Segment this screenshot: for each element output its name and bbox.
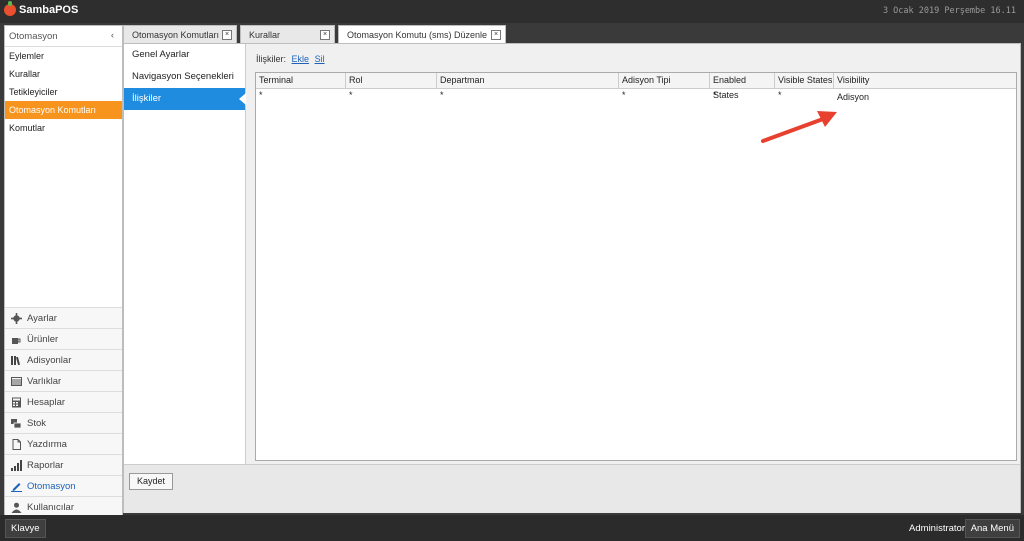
cell-enabled-states[interactable]: * — [710, 89, 775, 102]
tab-kurallar[interactable]: Kurallar × — [240, 25, 335, 43]
nav-label: Raporlar — [27, 459, 64, 471]
table-row[interactable]: * * * * * * Adisyon — [256, 89, 1016, 102]
nav-label: Ürünler — [27, 333, 59, 345]
nav-label: Stok — [27, 417, 47, 429]
user-name: Administrator — [909, 523, 965, 534]
user-icon — [11, 502, 22, 513]
sidebar: Otomasyon ‹ Eylemler Kurallar Tetikleyic… — [4, 25, 123, 517]
sidebar-item-tetikleyiciler[interactable]: Tetikleyiciler — [5, 83, 122, 101]
cell-departman[interactable]: * — [437, 89, 619, 102]
tab-label: Otomasyon Komutu (sms) Düzenle — [347, 30, 488, 40]
app-logo: SambaPOS — [4, 1, 79, 16]
section-navigasyon-secenekleri[interactable]: Navigasyon Seçenekleri — [124, 66, 245, 88]
section-genel-ayarlar[interactable]: Genel Ayarlar — [124, 44, 245, 66]
nav-urunler[interactable]: Ürünler — [5, 328, 122, 349]
tab-label: Otomasyon Komutları — [132, 29, 220, 40]
nav-kullanicilar[interactable]: Kullanıcılar — [5, 496, 122, 517]
bar-chart-icon — [11, 459, 22, 471]
sidebar-item-kurallar[interactable]: Kurallar — [5, 65, 122, 83]
tab-label: Kurallar — [249, 29, 281, 40]
nav-label: Hesaplar — [27, 396, 66, 408]
nav-adisyonlar[interactable]: Adisyonlar — [5, 349, 122, 370]
calculator-icon — [11, 397, 22, 408]
tab-bar: Otomasyon Komutları × Kurallar × Otomasy… — [123, 25, 1021, 44]
relations-label: İlişkiler: — [256, 54, 287, 64]
nav-ayarlar[interactable]: Ayarlar — [5, 307, 122, 328]
close-icon[interactable]: × — [491, 30, 501, 40]
cell-adisyon-tipi[interactable]: * — [619, 89, 710, 102]
nav-label: Kullanıcılar — [27, 501, 74, 513]
sidebar-title: Otomasyon — [9, 31, 58, 42]
column-header-visible-states[interactable]: Visible States — [775, 73, 834, 88]
nav-raporlar[interactable]: Raporlar — [5, 454, 122, 475]
close-icon[interactable]: × — [222, 30, 232, 40]
document-icon — [11, 438, 22, 450]
column-header-terminal[interactable]: Terminal — [256, 73, 346, 88]
cell-visibility[interactable]: Adisyon — [834, 89, 1016, 102]
relations-toolbar: İlişkiler: Ekle Sil — [256, 54, 325, 64]
cell-rol[interactable]: * — [346, 89, 437, 102]
tab-otomasyon-komutlari[interactable]: Otomasyon Komutları × — [123, 25, 237, 43]
nav-otomasyon[interactable]: Otomasyon — [5, 475, 122, 496]
grid-header: Terminal Rol Departman Adisyon Tipi Enab… — [256, 73, 1016, 100]
column-header-enabled-states[interactable]: Enabled States — [710, 73, 775, 100]
arrow-annotation — [761, 111, 837, 143]
pencil-icon — [11, 481, 22, 492]
sidebar-item-komutlar[interactable]: Komutlar — [5, 119, 122, 137]
column-header-rol[interactable]: Rol — [346, 73, 437, 88]
nav-label: Otomasyon — [27, 480, 76, 492]
cell-visible-states[interactable]: * — [775, 89, 834, 102]
sidebar-item-eylemler[interactable]: Eylemler — [5, 47, 122, 65]
boxes-icon — [11, 418, 22, 429]
nav-label: Adisyonlar — [27, 354, 72, 366]
cell-terminal[interactable]: * — [256, 89, 346, 102]
cup-icon — [11, 334, 22, 345]
editor-panel: Genel Ayarlar Navigasyon Seçenekleri İli… — [123, 43, 1021, 513]
add-link[interactable]: Ekle — [292, 54, 310, 64]
editor-footer: Kaydet — [124, 464, 1020, 513]
list-icon — [11, 376, 22, 387]
gear-icon — [11, 312, 22, 324]
section-iliskiler[interactable]: İlişkiler — [124, 88, 246, 110]
nav-varliklar[interactable]: Varlıklar — [5, 370, 122, 391]
app-name: SambaPOS — [19, 4, 79, 16]
tab-otomasyon-komutu-duzenle[interactable]: Otomasyon Komutu (sms) Düzenle × — [338, 25, 506, 44]
title-bar: SambaPOS 3 Ocak 2019 Perşembe 16.11 — [0, 0, 1024, 23]
nav-label: Varlıklar — [27, 375, 62, 387]
status-bar: Klavye Administrator Ana Menü — [0, 515, 1024, 541]
nav-label: Yazdırma — [27, 438, 67, 450]
main-navigation: Ayarlar Ürünler Adisyonlar Varlıklar Hes… — [5, 307, 122, 517]
date-time: 3 Ocak 2019 Perşembe 16.11 — [882, 6, 1016, 16]
column-header-visibility[interactable]: Visibility — [834, 73, 1016, 88]
nav-yazdirma[interactable]: Yazdırma — [5, 433, 122, 454]
delete-link[interactable]: Sil — [315, 54, 325, 64]
books-icon — [11, 355, 22, 366]
column-header-adisyon-tipi[interactable]: Adisyon Tipi — [619, 73, 710, 88]
editor-sections: Genel Ayarlar Navigasyon Seçenekleri İli… — [124, 44, 246, 464]
sidebar-item-otomasyon-komutlari[interactable]: Otomasyon Komutları — [5, 101, 122, 119]
nav-hesaplar[interactable]: Hesaplar — [5, 391, 122, 412]
relations-panel: İlişkiler: Ekle Sil Terminal Rol Departm… — [246, 44, 1020, 464]
relations-grid: Terminal Rol Departman Adisyon Tipi Enab… — [255, 72, 1017, 461]
column-header-departman[interactable]: Departman — [437, 73, 619, 88]
arrow-shaft — [761, 117, 825, 143]
sidebar-header[interactable]: Otomasyon ‹ — [5, 26, 122, 47]
main-menu-button[interactable]: Ana Menü — [964, 519, 1020, 538]
sambapos-logo-icon — [4, 1, 16, 16]
chevron-left-icon[interactable]: ‹ — [111, 30, 114, 41]
save-button[interactable]: Kaydet — [129, 473, 173, 490]
close-icon[interactable]: × — [320, 30, 330, 40]
keyboard-button[interactable]: Klavye — [5, 519, 46, 538]
nav-stok[interactable]: Stok — [5, 412, 122, 433]
nav-label: Ayarlar — [27, 312, 57, 324]
